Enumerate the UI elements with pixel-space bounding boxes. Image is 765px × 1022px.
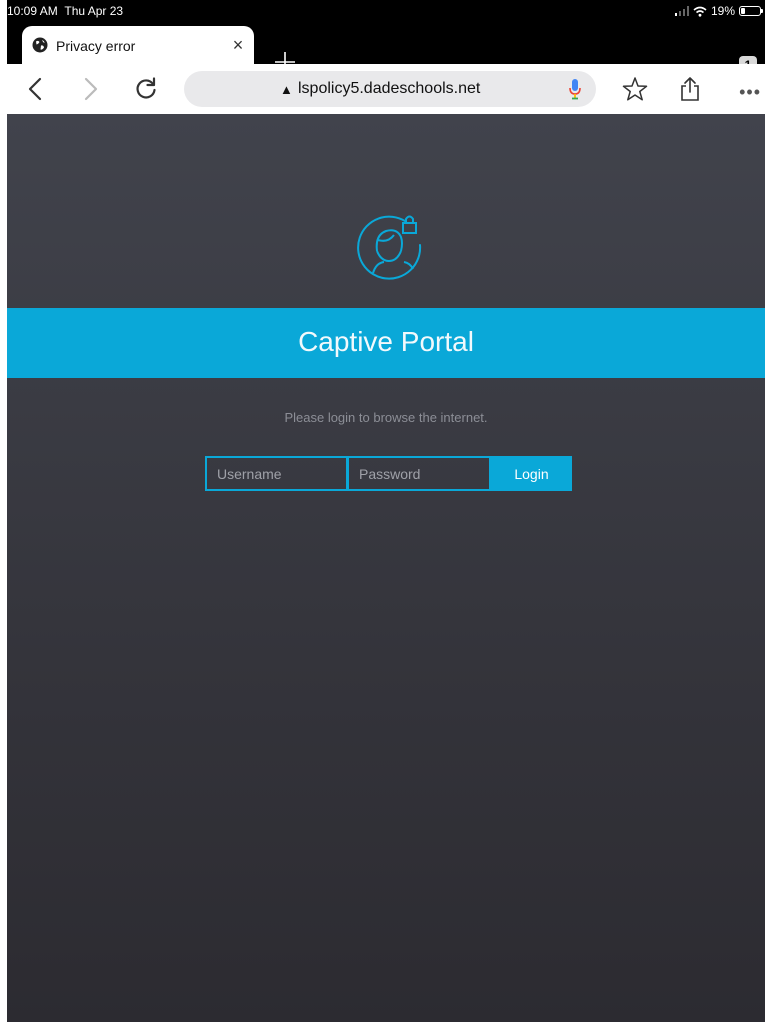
time-text: 10:09 AM xyxy=(7,4,58,18)
login-button[interactable]: Login xyxy=(491,456,572,491)
portal-banner: Captive Portal xyxy=(7,308,765,378)
login-prompt: Please login to browse the internet. xyxy=(284,410,488,425)
user-lock-icon xyxy=(357,215,422,280)
password-input[interactable] xyxy=(348,456,491,491)
tab-privacy-error[interactable]: Privacy error × xyxy=(22,26,254,64)
back-icon[interactable] xyxy=(23,76,49,102)
wifi-icon xyxy=(693,6,707,17)
more-menu-icon[interactable]: ••• xyxy=(739,82,761,103)
bookmark-star-icon[interactable] xyxy=(622,76,648,102)
toolbar: ▲ lspolicy5.dadeschools.net ••• xyxy=(7,64,765,114)
url-text: lspolicy5.dadeschools.net xyxy=(298,80,481,97)
signal-icon xyxy=(674,6,689,16)
tab-strip: Privacy error × 1 xyxy=(7,22,765,74)
warning-icon: ▲ xyxy=(280,82,293,97)
username-input[interactable] xyxy=(205,456,348,491)
status-time: 10:09 AM Thu Apr 23 xyxy=(7,4,123,18)
reload-icon[interactable] xyxy=(133,76,159,102)
microphone-icon[interactable] xyxy=(568,78,582,100)
tab-title: Privacy error xyxy=(56,38,136,54)
forward-icon[interactable] xyxy=(77,76,103,102)
globe-icon xyxy=(32,37,48,53)
battery-icon xyxy=(739,6,763,16)
status-right: 19% xyxy=(674,4,763,18)
status-bar: 10:09 AM Thu Apr 23 19% xyxy=(7,0,765,22)
battery-percent: 19% xyxy=(710,4,735,18)
tab-close-icon[interactable]: × xyxy=(228,35,248,56)
share-icon[interactable] xyxy=(677,76,703,102)
portal-title: Captive Portal xyxy=(298,326,474,357)
address-bar[interactable]: ▲ lspolicy5.dadeschools.net xyxy=(184,71,596,107)
date-text: Thu Apr 23 xyxy=(64,4,124,18)
captive-portal-page: Captive Portal Please login to browse th… xyxy=(7,114,765,1022)
browser-window: 10:09 AM Thu Apr 23 19% Privacy error × xyxy=(7,0,765,1022)
login-form: Login xyxy=(205,456,572,491)
